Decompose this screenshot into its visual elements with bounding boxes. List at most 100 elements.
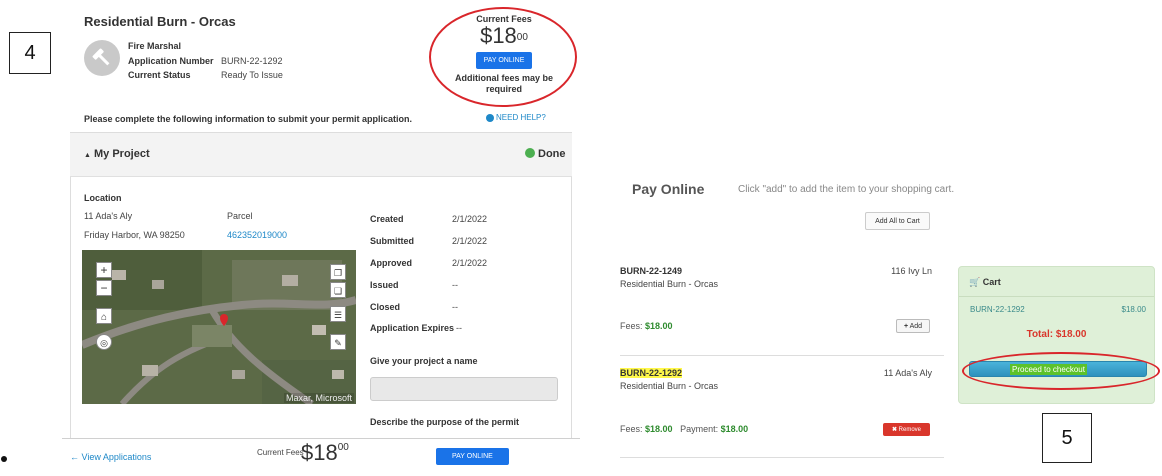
screenshot-root: 4 5 Residential Burn - Orcas Fire Marsha… — [0, 0, 1162, 476]
map-legend-button[interactable]: ☰ — [330, 306, 346, 322]
address-line-2: Friday Harbor, WA 98250 — [84, 230, 185, 240]
project-section-title[interactable]: ▲ My Project — [84, 148, 150, 160]
footer-divider — [62, 438, 580, 439]
check-circle-icon — [525, 148, 535, 159]
item-2-remove-label: Remove — [898, 427, 922, 433]
item-1-add-button[interactable]: + Add — [896, 319, 930, 333]
cart-item-price: $18.00 — [1121, 305, 1146, 314]
footer-pay-online-button[interactable]: PAY ONLINE — [436, 448, 509, 465]
date-label-issued: Issued — [370, 280, 399, 290]
map-imagery — [82, 250, 356, 404]
question-icon — [486, 113, 494, 122]
footer-fees-label: Current Fees — [257, 448, 304, 457]
step-4-box: 4 — [9, 32, 51, 74]
list-bullet — [1, 456, 7, 462]
map-zoom-in-button[interactable]: + — [96, 262, 112, 278]
cart-title-label: Cart — [982, 277, 1001, 287]
department: Fire Marshal — [128, 41, 182, 51]
step-5-number: 5 — [1061, 426, 1073, 449]
date-value-expires: -- — [456, 323, 462, 333]
map-locate-button[interactable]: ◎ — [96, 334, 112, 350]
done-status: Done — [525, 148, 566, 160]
date-value-closed: -- — [452, 302, 458, 312]
item-separator — [620, 355, 944, 356]
need-help-label: NEED HELP? — [496, 113, 546, 122]
done-label: Done — [538, 148, 566, 160]
map-home-button[interactable]: ⌂ — [96, 308, 112, 324]
plus-icon: + — [903, 322, 909, 330]
item-1-fees-label: Fees: — [620, 321, 643, 331]
item-2-remove-button[interactable]: ✖ Remove — [883, 423, 930, 436]
permit-purpose-label: Describe the purpose of the permit — [370, 417, 520, 427]
date-value-issued: -- — [452, 280, 458, 290]
parcel-link[interactable]: 462352019000 — [227, 230, 287, 240]
item-2-fees-label: Fees: — [620, 424, 643, 434]
app-number-value: BURN-22-1292 — [221, 56, 283, 66]
pay-online-subtitle: Click "add" to add the item to your shop… — [738, 184, 955, 195]
footer-fees-dollars: $18 — [301, 440, 338, 465]
item-1-desc: Residential Burn - Orcas — [620, 279, 719, 289]
item-separator-bottom — [620, 457, 944, 458]
item-2-id-highlight: BURN-22-1292 — [620, 368, 683, 378]
parcel-label: Parcel — [227, 211, 253, 221]
date-label-closed: Closed — [370, 302, 401, 312]
item-2-payment-value: $18.00 — [720, 424, 749, 434]
home-icon: ⌂ — [100, 312, 108, 323]
cart-title: 🛒 Cart — [969, 277, 1001, 288]
map-attribution: Maxar, Microsoft — [283, 393, 354, 403]
item-2-desc: Residential Burn - Orcas — [620, 381, 719, 391]
add-all-to-cart-button[interactable]: Add All to Cart — [865, 212, 930, 230]
list-icon: ☰ — [333, 310, 343, 320]
hammer-icon — [84, 40, 120, 76]
footer-fees-amount: $1800 — [301, 440, 349, 466]
cart-icon: 🛒 — [969, 277, 981, 287]
caret-up-icon: ▲ — [84, 152, 91, 159]
need-help-link[interactable]: NEED HELP? — [486, 113, 546, 122]
map-draw-button[interactable]: ✎ — [330, 334, 346, 350]
status-value: Ready To Issue — [221, 70, 283, 80]
item-2-payment-label: Payment: — [680, 424, 719, 434]
date-label-submitted: Submitted — [370, 236, 414, 246]
item-1-fees-value: $18.00 — [645, 321, 673, 331]
date-value-created: 2/1/2022 — [452, 214, 488, 224]
address-line-1: 11 Ada's Aly — [84, 211, 133, 221]
date-label-expires: Application Expires — [370, 323, 455, 333]
item-1-add-label: Add — [909, 322, 923, 330]
map-layers-button[interactable]: ❏ — [330, 282, 346, 298]
project-name-label: Give your project a name — [370, 356, 478, 366]
cart-total: Total: $18.00 — [1026, 329, 1087, 340]
permit-title: Residential Burn - Orcas — [84, 14, 236, 29]
date-value-submitted: 2/1/2022 — [452, 236, 488, 246]
item-1-address: 116 Ivy Ln — [891, 266, 932, 276]
map-zoom-out-button[interactable]: − — [96, 280, 112, 296]
pencil-icon: ✎ — [334, 338, 342, 348]
highlight-oval-fees — [429, 7, 577, 107]
locate-icon: ◎ — [100, 338, 108, 348]
location-label: Location — [84, 193, 122, 203]
close-icon: ✖ — [891, 427, 897, 433]
stack-icon: ❏ — [333, 286, 343, 296]
item-2-address: 11 Ada's Aly — [883, 368, 932, 378]
cart-item-id: BURN-22-1292 — [970, 305, 1025, 314]
item-2-id: BURN-22-1292 — [620, 368, 683, 378]
highlight-oval-checkout — [962, 352, 1160, 390]
app-number-label: Application Number — [128, 56, 214, 66]
pay-online-title: Pay Online — [632, 181, 705, 197]
date-value-approved: 2/1/2022 — [452, 258, 488, 268]
layers-icon: ❐ — [333, 268, 343, 278]
date-label-approved: Approved — [370, 258, 413, 268]
footer-fees-cents: 00 — [337, 442, 349, 453]
item-2-fees: Fees: $18.00 Payment: $18.00 — [620, 424, 748, 434]
view-applications-link[interactable]: ← View Applications — [70, 452, 151, 462]
location-map[interactable]: + − ⌂ ◎ ❐ ❏ ☰ ✎ Maxar, Microsoft — [82, 250, 356, 404]
instructions-text: Please complete the following informatio… — [84, 114, 413, 124]
item-1-id: BURN-22-1249 — [620, 266, 683, 276]
project-title-label: My Project — [94, 148, 150, 160]
project-name-input[interactable] — [370, 377, 558, 401]
date-label-created: Created — [370, 214, 404, 224]
item-1-fees: Fees: $18.00 — [620, 321, 673, 331]
map-basemap-button[interactable]: ❐ — [330, 264, 346, 280]
step-4-number: 4 — [24, 41, 36, 64]
item-2-fees-value: $18.00 — [645, 424, 673, 434]
step-5-box: 5 — [1042, 413, 1092, 463]
